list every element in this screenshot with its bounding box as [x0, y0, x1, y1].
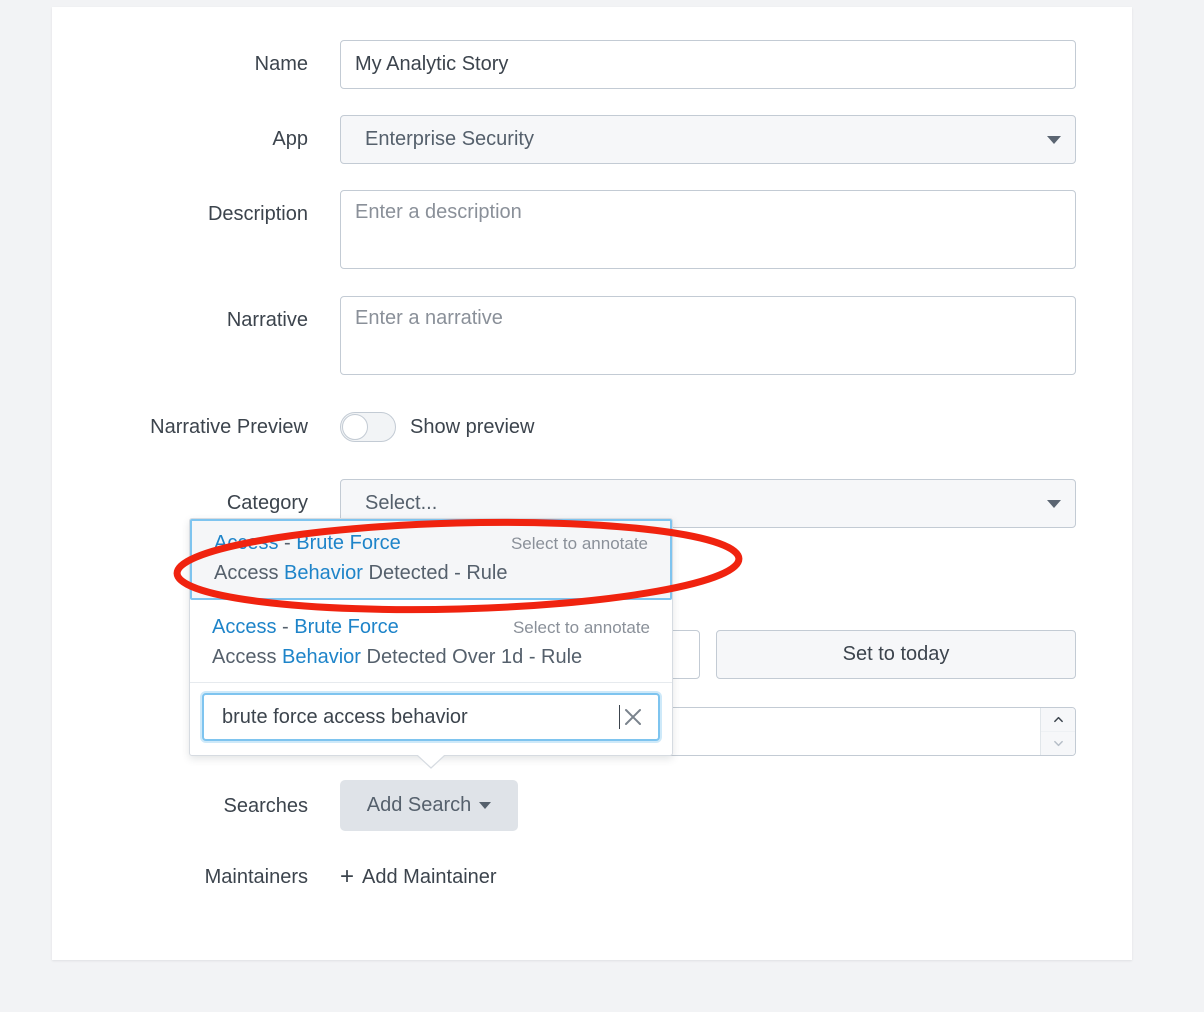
- suggestion-subtitle-part: Access: [212, 646, 282, 668]
- version-decrement-button[interactable]: [1041, 732, 1075, 755]
- dropdown-search-input[interactable]: [220, 705, 619, 730]
- field-row-maintainers: Maintainers + Add Maintainer: [52, 865, 1076, 889]
- add-search-button-label: Add Search: [367, 794, 472, 817]
- field-row-description: Description: [52, 190, 1076, 269]
- chevron-down-icon: [1047, 136, 1061, 144]
- suggestion-subtitle-part: Access: [214, 562, 284, 584]
- field-row-narrative: Narrative: [52, 296, 1076, 375]
- chevron-down-icon: [1053, 738, 1064, 749]
- suggestion-title-part: -: [276, 616, 294, 638]
- field-row-app: App Enterprise Security: [52, 115, 1076, 164]
- suggestion-title-part: Brute Force: [294, 616, 398, 638]
- close-x-icon[interactable]: [622, 706, 644, 728]
- version-increment-button[interactable]: [1041, 708, 1075, 732]
- label-maintainers: Maintainers: [52, 865, 308, 889]
- add-search-button[interactable]: Add Search: [340, 780, 518, 831]
- set-to-today-button[interactable]: Set to today: [716, 630, 1076, 679]
- dropdown-search-container: [190, 682, 672, 755]
- toggle-knob: [342, 414, 368, 440]
- dropdown-search-box[interactable]: [202, 693, 660, 741]
- add-maintainer-label: Add Maintainer: [362, 866, 497, 889]
- suggestion-title: Access - Brute Force: [212, 616, 399, 639]
- suggestion-title-row: Access - Brute Force Select to annotate: [214, 532, 648, 555]
- label-app: App: [52, 115, 308, 151]
- suggestion-subtitle: Access Behavior Detected - Rule: [214, 562, 648, 585]
- suggestion-title: Access - Brute Force: [214, 532, 401, 555]
- suggestion-title-part: Brute Force: [296, 532, 400, 554]
- suggestion-subtitle-part: Detected Over 1d - Rule: [361, 646, 582, 668]
- app-select[interactable]: Enterprise Security: [340, 115, 1076, 164]
- suggestion-hint: Select to annotate: [497, 534, 648, 554]
- suggestion-title-part: Access: [214, 532, 278, 554]
- version-stepper-buttons: [1040, 708, 1075, 755]
- dropdown-suggestion-1[interactable]: Access - Brute Force Select to annotate …: [190, 600, 672, 682]
- suggestion-hint: Select to annotate: [499, 618, 650, 638]
- narrative-preview-toggle[interactable]: [340, 412, 396, 442]
- description-textarea[interactable]: [340, 190, 1076, 269]
- label-description: Description: [52, 190, 308, 226]
- suggestion-subtitle-part: Behavior: [284, 562, 363, 584]
- label-name: Name: [52, 40, 308, 76]
- suggestion-title-row: Access - Brute Force Select to annotate: [212, 616, 650, 639]
- category-suggestions-dropdown: Access - Brute Force Select to annotate …: [189, 518, 673, 756]
- chevron-up-icon: [1053, 714, 1064, 725]
- label-narrative-preview: Narrative Preview: [52, 415, 308, 439]
- label-searches: Searches: [52, 794, 308, 818]
- label-narrative: Narrative: [52, 296, 308, 332]
- suggestion-title-part: Access: [212, 616, 276, 638]
- name-input[interactable]: [340, 40, 1076, 89]
- app-select-value: Enterprise Security: [365, 128, 534, 151]
- caret-down-icon: [479, 802, 491, 809]
- chevron-down-icon: [1047, 500, 1061, 508]
- narrative-textarea[interactable]: [340, 296, 1076, 375]
- suggestion-subtitle: Access Behavior Detected Over 1d - Rule: [212, 646, 650, 669]
- field-row-name: Name: [52, 40, 1076, 89]
- label-category: Category: [52, 479, 308, 515]
- suggestion-subtitle-part: Behavior: [282, 646, 361, 668]
- plus-icon: +: [340, 865, 354, 889]
- suggestion-subtitle-part: Detected - Rule: [363, 562, 508, 584]
- field-row-narrative-preview: Narrative Preview Show preview: [52, 412, 1076, 442]
- text-cursor: [619, 705, 620, 729]
- category-select-value: Select...: [365, 492, 437, 515]
- narrative-preview-toggle-label: Show preview: [410, 412, 535, 442]
- analytic-story-form-card: Name App Enterprise Security Description…: [52, 7, 1132, 960]
- dropdown-suggestion-0[interactable]: Access - Brute Force Select to annotate …: [190, 519, 672, 600]
- suggestion-title-part: -: [278, 532, 296, 554]
- add-maintainer-button[interactable]: + Add Maintainer: [340, 865, 497, 889]
- dropdown-pointer-tail: [417, 755, 445, 769]
- field-row-searches: Searches Add Search: [52, 780, 1076, 831]
